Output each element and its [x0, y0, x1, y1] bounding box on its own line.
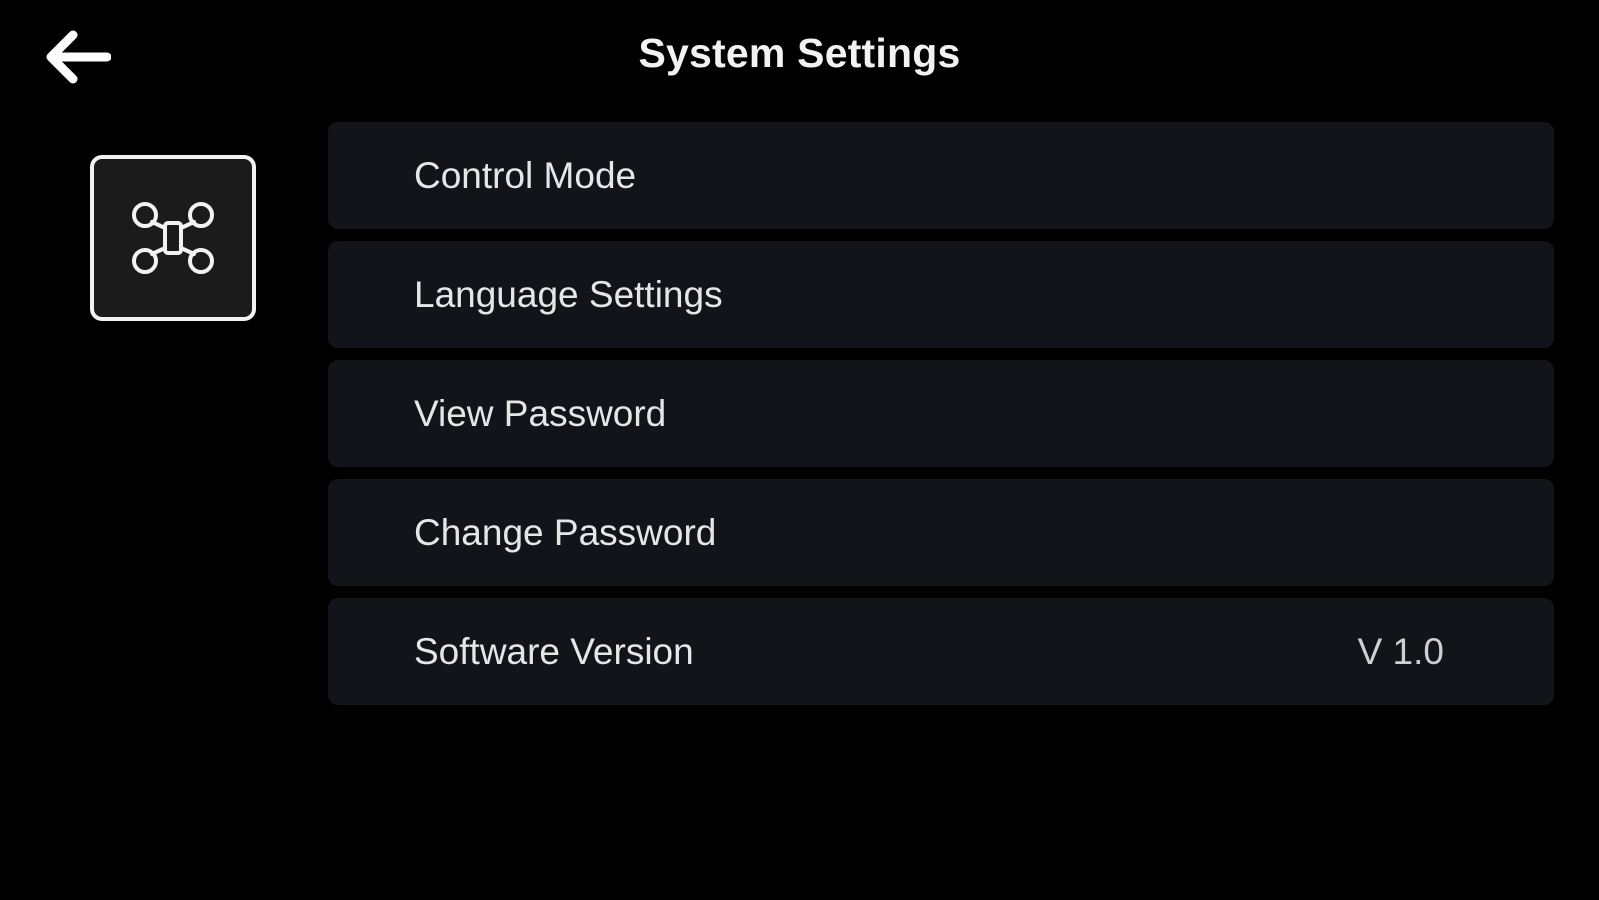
- drone-icon: [132, 202, 214, 274]
- settings-menu: Control Mode Language Settings View Pass…: [328, 122, 1554, 717]
- menu-item-label: Change Password: [414, 511, 717, 553]
- software-version-value: V 1.0: [1357, 630, 1444, 672]
- menu-item-language-settings[interactable]: Language Settings: [328, 241, 1554, 348]
- drone-device-button[interactable]: [90, 155, 256, 321]
- menu-item-label: Control Mode: [414, 154, 637, 196]
- menu-item-label: Software Version: [414, 630, 694, 672]
- menu-item-software-version[interactable]: Software Version V 1.0: [328, 598, 1554, 705]
- page-title: System Settings: [638, 30, 961, 76]
- menu-item-control-mode[interactable]: Control Mode: [328, 122, 1554, 229]
- menu-item-label: View Password: [414, 392, 667, 434]
- menu-item-change-password[interactable]: Change Password: [328, 479, 1554, 586]
- menu-item-label: Language Settings: [414, 273, 723, 315]
- system-settings-screen: System Settings Control Mode Language Se…: [0, 0, 1599, 900]
- menu-item-view-password[interactable]: View Password: [328, 360, 1554, 467]
